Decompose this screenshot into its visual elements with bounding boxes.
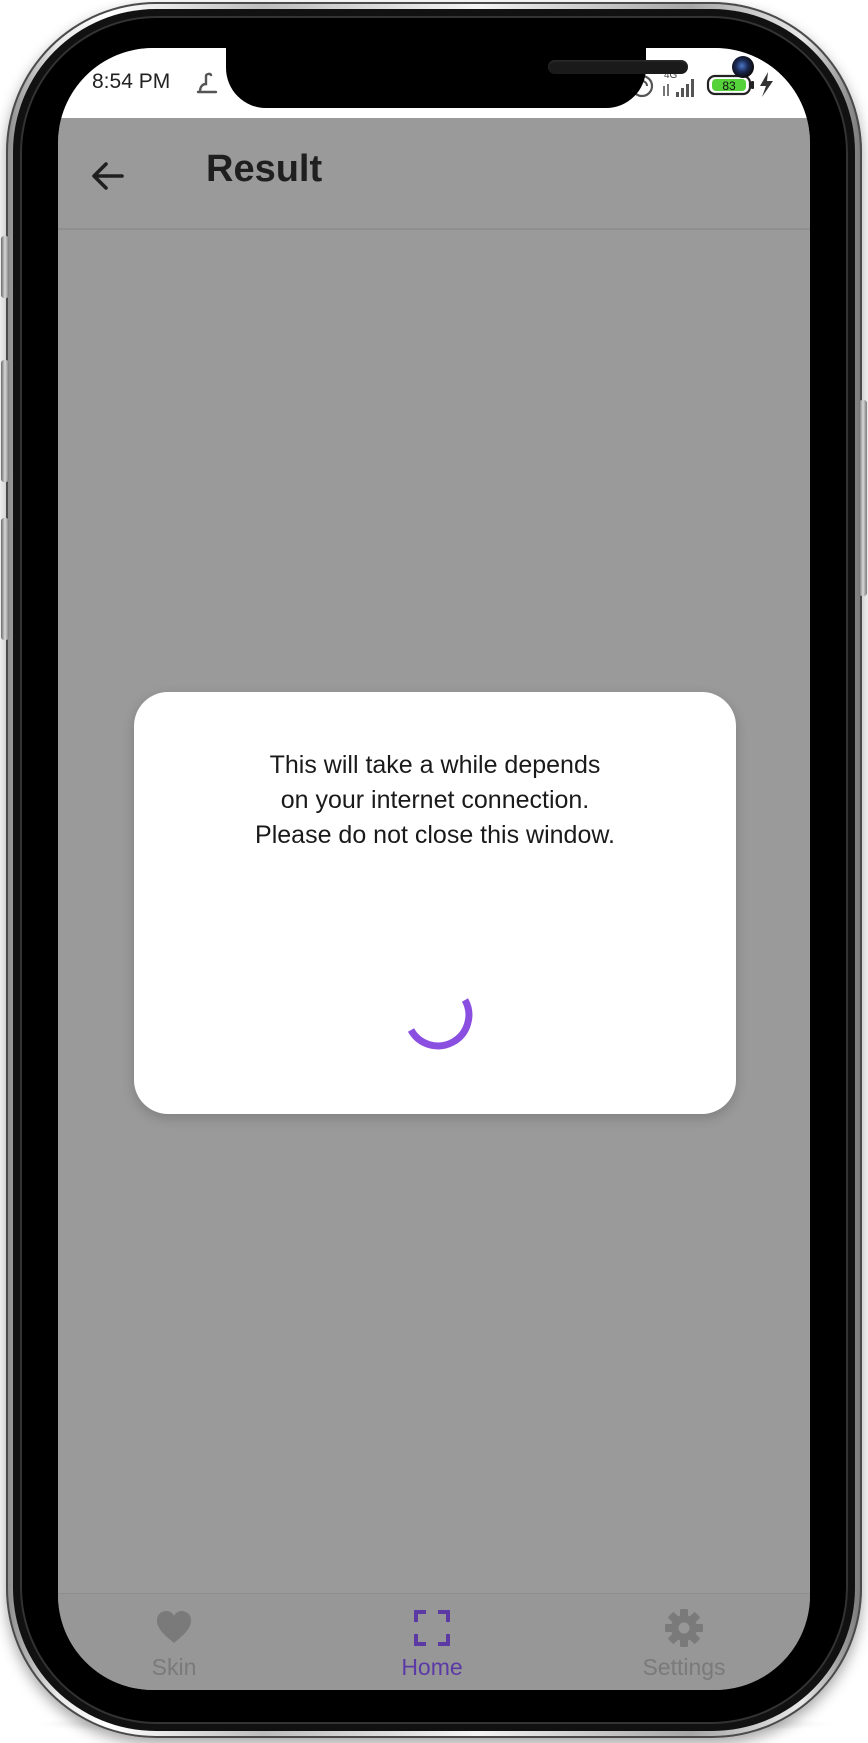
- status-bar: 8:54 PM 4G 83: [58, 48, 810, 118]
- nav-label-settings: Settings: [642, 1654, 726, 1680]
- loading-spinner-icon: [407, 998, 473, 1050]
- notch: [226, 48, 754, 108]
- volume-down-button: [1, 518, 9, 640]
- mute-switch: [1, 236, 9, 298]
- power-button: [859, 400, 867, 596]
- app-notification-icon: [196, 72, 218, 94]
- charging-icon: [760, 72, 773, 97]
- dialog-message-line-3: Please do not close this window.: [255, 821, 615, 849]
- volume-up-button: [1, 360, 9, 482]
- scan-frame-icon: [414, 1610, 450, 1646]
- arrow-left-icon[interactable]: [88, 156, 128, 196]
- bottom-navigation: Skin Home Settings: [58, 1593, 810, 1690]
- nav-item-skin[interactable]: Skin: [94, 1594, 254, 1690]
- dialog-message: This will take a while depends on your i…: [134, 748, 736, 853]
- nav-item-settings[interactable]: Settings: [604, 1594, 764, 1690]
- front-camera: [732, 56, 754, 78]
- earpiece-speaker: [548, 60, 688, 74]
- battery-level: 83: [722, 79, 736, 93]
- status-time: 8:54 PM: [92, 70, 171, 93]
- page-title: Result: [206, 148, 323, 190]
- dialog-message-line-2: on your internet connection.: [280, 786, 590, 814]
- nav-item-home[interactable]: Home: [352, 1594, 512, 1690]
- app-bar: Result: [58, 118, 810, 230]
- nav-label-home: Home: [401, 1654, 463, 1680]
- nav-label-skin: Skin: [151, 1654, 197, 1680]
- heart-icon: [157, 1611, 191, 1643]
- loading-dialog: This will take a while depends on your i…: [134, 692, 736, 1114]
- screen: 8:54 PM 4G 83 Result This will take a wh…: [58, 48, 810, 1690]
- signal-icon: [676, 79, 694, 97]
- dialog-message-line-1: This will take a while depends: [269, 751, 601, 779]
- gear-icon: [665, 1609, 703, 1647]
- battery-icon: 83: [706, 74, 754, 96]
